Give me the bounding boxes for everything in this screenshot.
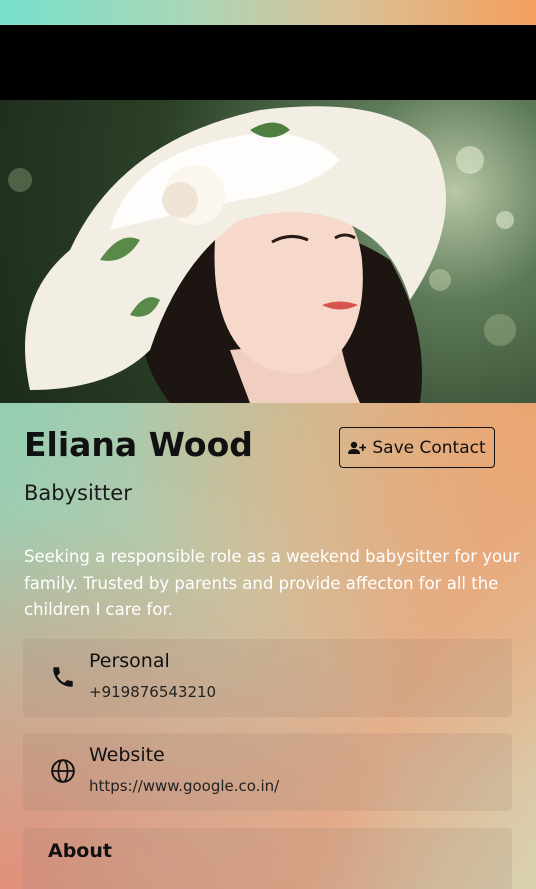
profile-name: Eliana Wood (24, 425, 253, 464)
profile-photo (0, 100, 536, 403)
phone-icon (53, 667, 73, 687)
top-gradient-bar (0, 0, 536, 25)
profile-photo-illustration (8, 106, 516, 403)
contact-value[interactable]: https://www.google.co.in/ (89, 777, 279, 795)
save-contact-button[interactable]: Save Contact (339, 427, 495, 468)
about-heading: About (48, 840, 112, 862)
about-section: About (23, 828, 512, 889)
header-black-bar (0, 25, 536, 100)
globe-icon (51, 759, 75, 783)
contact-item-personal[interactable]: Personal +919876543210 (23, 639, 512, 717)
profile-role: Babysitter (24, 481, 132, 505)
contact-value[interactable]: +919876543210 (89, 683, 216, 701)
profile-card: Eliana Wood Babysitter Save Contact Seek… (0, 403, 536, 889)
person-add-icon (348, 441, 367, 454)
contact-item-website[interactable]: Website https://www.google.co.in/ (23, 733, 512, 811)
profile-bio: Seeking a responsible role as a weekend … (24, 547, 520, 619)
save-contact-label: Save Contact (372, 437, 486, 458)
contact-label: Website (89, 744, 165, 766)
contact-label: Personal (89, 650, 170, 672)
